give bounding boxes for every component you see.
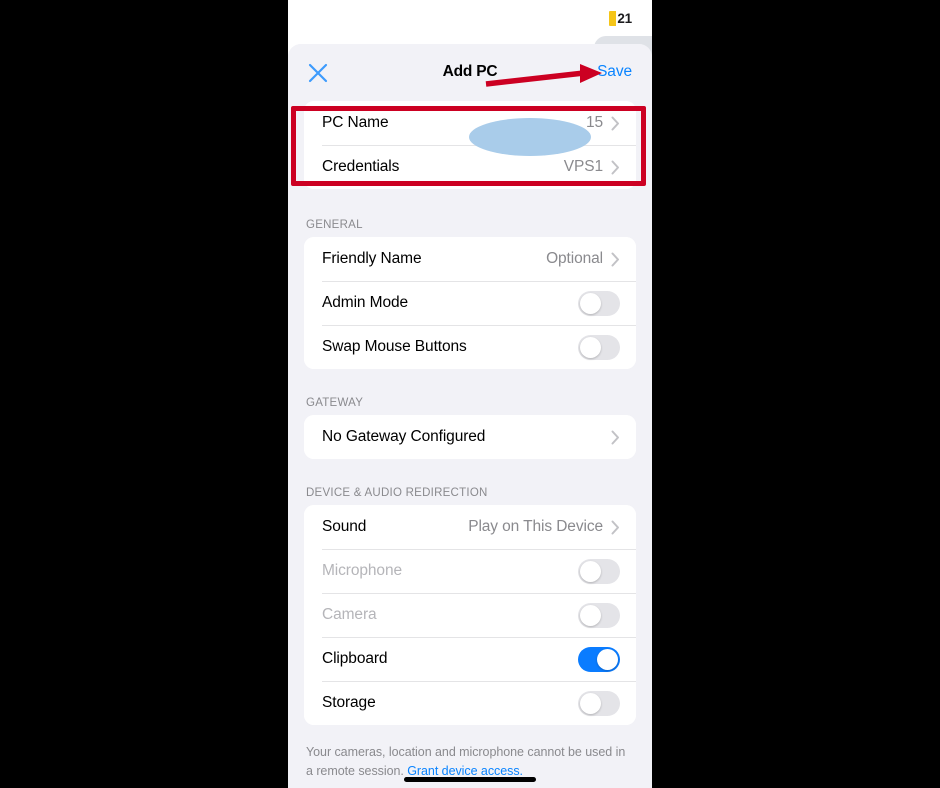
- row-gateway[interactable]: No Gateway Configured: [304, 415, 636, 459]
- row-label: Storage: [322, 694, 376, 711]
- redirection-footnote: Your cameras, location and microphone ca…: [306, 743, 634, 781]
- camera-toggle[interactable]: [578, 602, 620, 628]
- yellow-status-chip-icon: [609, 11, 617, 26]
- row-swap-mouse-buttons[interactable]: Swap Mouse Buttons: [304, 325, 636, 369]
- toggle-knob: [580, 336, 601, 358]
- section-header-general: GENERAL: [306, 219, 363, 231]
- row-label: PC Name: [322, 114, 389, 131]
- row-label: No Gateway Configured: [322, 428, 486, 445]
- toggle-knob: [580, 604, 601, 626]
- settings-list[interactable]: PC Name 15 Credentials VPS1 GENERAL Frie…: [288, 101, 652, 788]
- chevron-right-icon: [611, 252, 620, 267]
- row-label: Clipboard: [322, 650, 388, 667]
- row-label: Camera: [322, 606, 377, 623]
- toggle-knob: [597, 648, 618, 670]
- toggle-knob: [580, 292, 601, 314]
- status-bar: 21: [288, 0, 652, 40]
- status-bar-count: 21: [617, 11, 632, 26]
- microphone-toggle[interactable]: [578, 558, 620, 584]
- screenshot-canvas: 21 Add PC Save PC Name 15 Credentials VP…: [0, 0, 940, 788]
- row-camera[interactable]: Camera: [304, 593, 636, 637]
- row-clipboard[interactable]: Clipboard: [304, 637, 636, 681]
- general-group: Friendly Name Optional Admin Mode Swap M…: [304, 237, 636, 369]
- gateway-group: No Gateway Configured: [304, 415, 636, 459]
- storage-toggle[interactable]: [578, 690, 620, 716]
- add-pc-sheet: Add PC Save PC Name 15 Credentials VPS1 …: [288, 44, 652, 788]
- section-header-gateway: GATEWAY: [306, 397, 364, 409]
- row-label: Swap Mouse Buttons: [322, 338, 467, 355]
- row-credentials[interactable]: Credentials VPS1: [304, 145, 636, 189]
- toggle-knob: [580, 692, 601, 714]
- row-value: VPS1: [563, 158, 603, 175]
- row-admin-mode[interactable]: Admin Mode: [304, 281, 636, 325]
- chevron-right-icon: [611, 160, 620, 175]
- row-label: Admin Mode: [322, 294, 409, 311]
- row-value: Play on This Device: [468, 518, 603, 535]
- swap-mouse-buttons-toggle[interactable]: [578, 334, 620, 360]
- grant-device-access-link[interactable]: Grant device access.: [407, 764, 523, 778]
- chevron-right-icon: [611, 430, 620, 445]
- section-header-redirection: DEVICE & AUDIO REDIRECTION: [306, 487, 488, 499]
- chevron-right-icon: [611, 520, 620, 535]
- chevron-right-icon: [611, 116, 620, 131]
- row-value: Optional: [546, 250, 603, 267]
- row-label: Microphone: [322, 562, 402, 579]
- admin-mode-toggle[interactable]: [578, 290, 620, 316]
- row-value: 15: [585, 114, 603, 131]
- redirection-group: Sound Play on This Device Microphone Cam…: [304, 505, 636, 725]
- row-label: Sound: [322, 518, 367, 535]
- row-label: Credentials: [322, 158, 400, 175]
- row-label: Friendly Name: [322, 250, 422, 267]
- row-storage[interactable]: Storage: [304, 681, 636, 725]
- connection-group: PC Name 15 Credentials VPS1: [304, 101, 636, 189]
- row-microphone[interactable]: Microphone: [304, 549, 636, 593]
- toggle-knob: [580, 560, 601, 582]
- row-pc-name[interactable]: PC Name 15: [304, 101, 636, 145]
- save-button[interactable]: Save: [597, 63, 632, 81]
- row-sound[interactable]: Sound Play on This Device: [304, 505, 636, 549]
- row-friendly-name[interactable]: Friendly Name Optional: [304, 237, 636, 281]
- sheet-navbar: Add PC Save: [288, 44, 652, 101]
- home-indicator: [404, 777, 536, 782]
- clipboard-toggle[interactable]: [578, 646, 620, 672]
- status-bar-right: 21: [609, 11, 632, 26]
- phone-viewport: 21 Add PC Save PC Name 15 Credentials VP…: [288, 0, 652, 788]
